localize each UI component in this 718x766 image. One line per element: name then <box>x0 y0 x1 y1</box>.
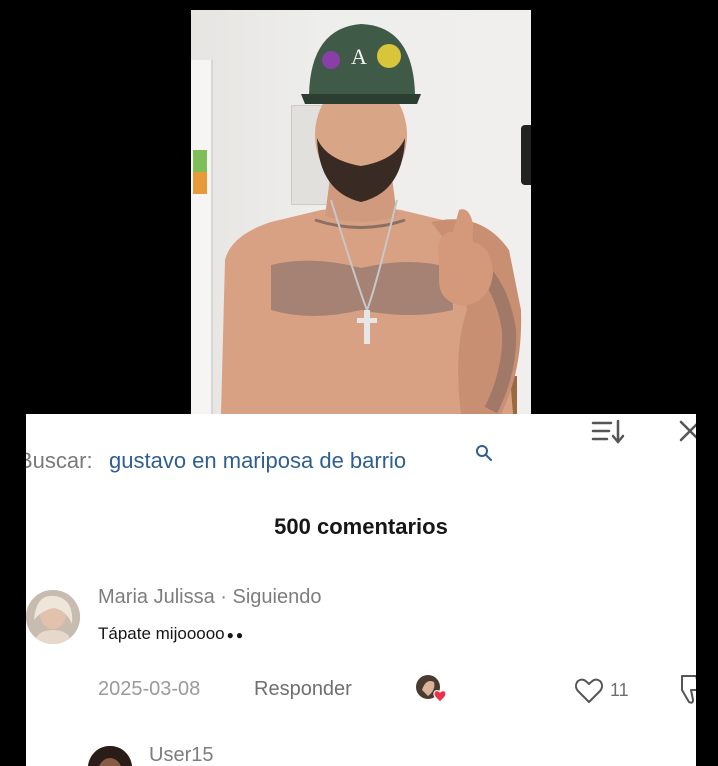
comment-author-name[interactable]: User15 <box>149 744 213 766</box>
search-prefix-label: Buscar: <box>26 448 93 473</box>
comment-date: 2025-03-08 <box>98 678 201 700</box>
avatar-image <box>88 746 132 766</box>
like-count: 11 <box>610 680 629 700</box>
comment-text: Tápate mijooooo ●● <box>98 624 245 644</box>
comments-count-title: 500 comentarios <box>274 514 448 539</box>
comment-text-body: Tápate mijooooo <box>98 624 225 643</box>
thumbs-down-icon[interactable] <box>676 672 696 706</box>
avatar-image <box>26 590 80 644</box>
magnifier-icon[interactable] <box>475 444 493 462</box>
heart-outline-icon[interactable] <box>574 678 604 704</box>
reply-button[interactable]: Responder <box>254 678 352 701</box>
comments-sheet: Buscar: gustavo en mariposa de barrio 50… <box>26 414 696 766</box>
sort-icon[interactable] <box>591 418 625 446</box>
screen: A Buscar: gustavo en mariposa de barrio <box>0 0 718 766</box>
close-icon[interactable] <box>677 418 696 444</box>
person-image: A <box>221 24 522 414</box>
avatar[interactable] <box>88 746 132 766</box>
search-query-link[interactable]: gustavo en mariposa de barrio <box>109 448 406 474</box>
avatar[interactable] <box>26 590 80 644</box>
search-bar[interactable]: Buscar: gustavo en mariposa de barrio <box>26 442 696 478</box>
avatar-heart-icon <box>416 675 447 703</box>
svg-text:A: A <box>351 44 367 69</box>
comment-author-meta[interactable]: Maria Julissa · Siguiendo <box>98 586 321 609</box>
emoji-eyes-icon: ●● <box>226 627 246 642</box>
video-frame[interactable]: A <box>191 10 531 414</box>
